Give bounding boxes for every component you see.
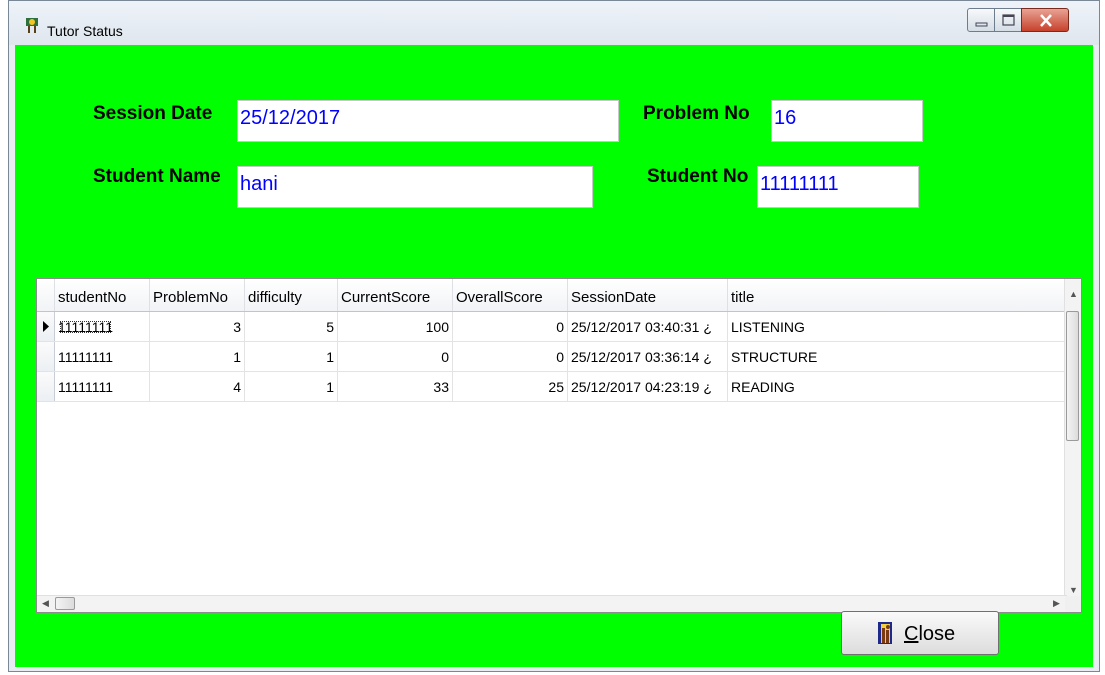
- cell-problemno[interactable]: 1: [150, 342, 245, 371]
- grid-header: studentNo ProblemNo difficulty CurrentSc…: [37, 279, 1067, 312]
- close-accelerator: C: [904, 623, 919, 645]
- vertical-scrollbar[interactable]: ▲ ▼: [1064, 279, 1081, 612]
- close-window-button[interactable]: [1021, 8, 1069, 32]
- session-date-field[interactable]: 25/12/2017: [237, 100, 619, 142]
- problem-no-field[interactable]: 16: [771, 100, 923, 142]
- horizontal-scrollbar[interactable]: ◀ ▶: [37, 595, 1067, 612]
- scroll-down-icon[interactable]: ▼: [1069, 585, 1078, 595]
- cell-overallscore[interactable]: 0: [453, 312, 568, 341]
- scrollbar-corner: [1065, 596, 1081, 612]
- maximize-icon: [1002, 14, 1015, 26]
- form-client-area: Session Date 25/12/2017 Problem No 16 St…: [15, 45, 1093, 667]
- column-header-title[interactable]: title: [728, 279, 1067, 311]
- cell-overallscore[interactable]: 0: [453, 342, 568, 371]
- scroll-up-icon[interactable]: ▲: [1069, 289, 1078, 299]
- row-selector[interactable]: [37, 312, 55, 341]
- tutor-status-grid[interactable]: studentNo ProblemNo difficulty CurrentSc…: [36, 278, 1082, 613]
- cell-sessiondate[interactable]: 25/12/2017 04:23:19 ¿: [568, 372, 728, 401]
- column-header-problemno[interactable]: ProblemNo: [150, 279, 245, 311]
- student-no-label: Student No: [647, 166, 749, 187]
- row-header-corner: [37, 279, 55, 311]
- cell-difficulty[interactable]: 5: [245, 312, 338, 341]
- minimize-button[interactable]: [967, 8, 995, 32]
- minimize-icon: [975, 22, 988, 27]
- exit-door-icon: [878, 622, 892, 644]
- vertical-scroll-thumb[interactable]: [1066, 311, 1079, 441]
- cell-currentscore[interactable]: 33: [338, 372, 453, 401]
- row-selector[interactable]: [37, 372, 55, 401]
- cell-difficulty[interactable]: 1: [245, 342, 338, 371]
- horizontal-scroll-thumb[interactable]: [55, 597, 75, 610]
- cell-studentno[interactable]: 11111111: [55, 372, 150, 401]
- student-name-field[interactable]: hani: [237, 166, 593, 208]
- current-row-arrow-icon: [43, 321, 49, 332]
- maximize-button[interactable]: [994, 8, 1022, 32]
- column-header-difficulty[interactable]: difficulty: [245, 279, 338, 311]
- student-name-label: Student Name: [93, 166, 221, 187]
- scroll-left-icon[interactable]: ◀: [42, 598, 49, 609]
- table-row[interactable]: 11111111 4 1 33 25 25/12/2017 04:23:19 ¿…: [37, 372, 1067, 402]
- cell-currentscore[interactable]: 0: [338, 342, 453, 371]
- cell-title[interactable]: STRUCTURE: [728, 342, 1067, 371]
- problem-no-label: Problem No: [643, 103, 750, 124]
- close-label-rest: lose: [918, 623, 956, 645]
- cell-text: 11111111: [58, 319, 114, 335]
- cell-sessiondate[interactable]: 25/12/2017 03:40:31 ¿: [568, 312, 728, 341]
- cell-studentno[interactable]: 11111111: [55, 312, 150, 341]
- scroll-right-icon[interactable]: ▶: [1053, 598, 1060, 609]
- row-selector[interactable]: [37, 342, 55, 371]
- column-header-currentscore[interactable]: CurrentScore: [338, 279, 453, 311]
- app-icon: [26, 18, 38, 33]
- cell-sessiondate[interactable]: 25/12/2017 03:36:14 ¿: [568, 342, 728, 371]
- close-button[interactable]: Close: [841, 611, 999, 655]
- close-icon: [1040, 14, 1052, 27]
- cell-problemno[interactable]: 4: [150, 372, 245, 401]
- table-row[interactable]: 11111111 1 1 0 0 25/12/2017 03:36:14 ¿ S…: [37, 342, 1067, 372]
- close-button-label: Close: [904, 623, 955, 646]
- cell-difficulty[interactable]: 1: [245, 372, 338, 401]
- column-header-studentno[interactable]: studentNo: [55, 279, 150, 311]
- cell-studentno[interactable]: 11111111: [55, 342, 150, 371]
- title-bar[interactable]: Tutor Status: [9, 1, 1099, 45]
- window-title: Tutor Status: [47, 23, 123, 39]
- column-header-overallscore[interactable]: OverallScore: [453, 279, 568, 311]
- cell-overallscore[interactable]: 25: [453, 372, 568, 401]
- session-date-label: Session Date: [93, 103, 213, 124]
- cell-problemno[interactable]: 3: [150, 312, 245, 341]
- column-header-sessiondate[interactable]: SessionDate: [568, 279, 728, 311]
- table-row[interactable]: 11111111 3 5 100 0 25/12/2017 03:40:31 ¿…: [37, 312, 1067, 342]
- tutor-status-window: Tutor Status Session Date 25/12/2017 Pro…: [8, 0, 1100, 672]
- cell-title[interactable]: LISTENING: [728, 312, 1067, 341]
- cell-title[interactable]: READING: [728, 372, 1067, 401]
- cell-currentscore[interactable]: 100: [338, 312, 453, 341]
- student-no-field[interactable]: 11111111: [757, 166, 919, 208]
